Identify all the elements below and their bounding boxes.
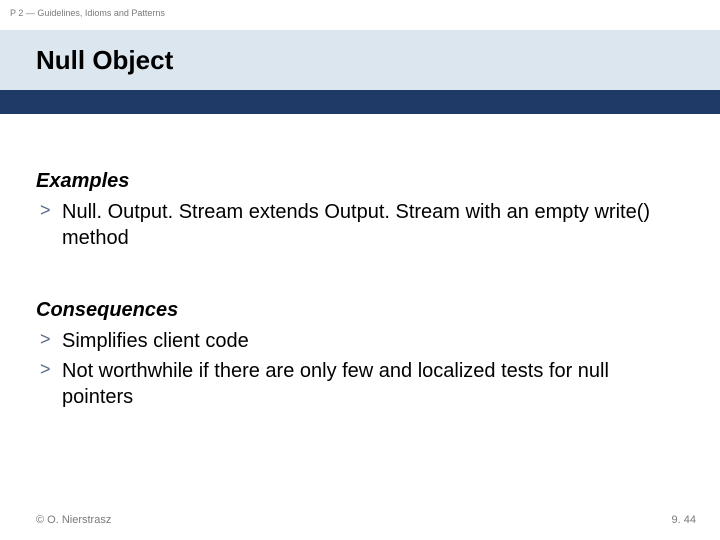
copyright: © O. Nierstrasz [36,514,111,526]
slide: P 2 — Guidelines, Idioms and Patterns Nu… [0,0,720,540]
bullet-marker: > [36,328,62,351]
list-item: > Simplifies client code [36,328,684,354]
examples-heading: Examples [36,170,684,193]
slide-title: Null Object [36,45,173,76]
title-band: Null Object [0,30,720,90]
bullet-text: Simplifies client code [62,328,249,354]
examples-section: Examples > Null. Output. Stream extends … [36,170,684,251]
list-item: > Not worthwhile if there are only few a… [36,358,684,410]
consequences-heading: Consequences [36,299,684,322]
divider-bar [0,90,720,114]
list-item: > Null. Output. Stream extends Output. S… [36,199,684,251]
bullet-marker: > [36,358,62,381]
bullet-text: Null. Output. Stream extends Output. Str… [62,199,684,251]
content-area: Examples > Null. Output. Stream extends … [36,170,684,414]
bullet-marker: > [36,199,62,222]
bullet-text: Not worthwhile if there are only few and… [62,358,684,410]
consequences-section: Consequences > Simplifies client code > … [36,299,684,410]
breadcrumb: P 2 — Guidelines, Idioms and Patterns [10,8,165,18]
page-number: 9. 44 [672,514,696,526]
